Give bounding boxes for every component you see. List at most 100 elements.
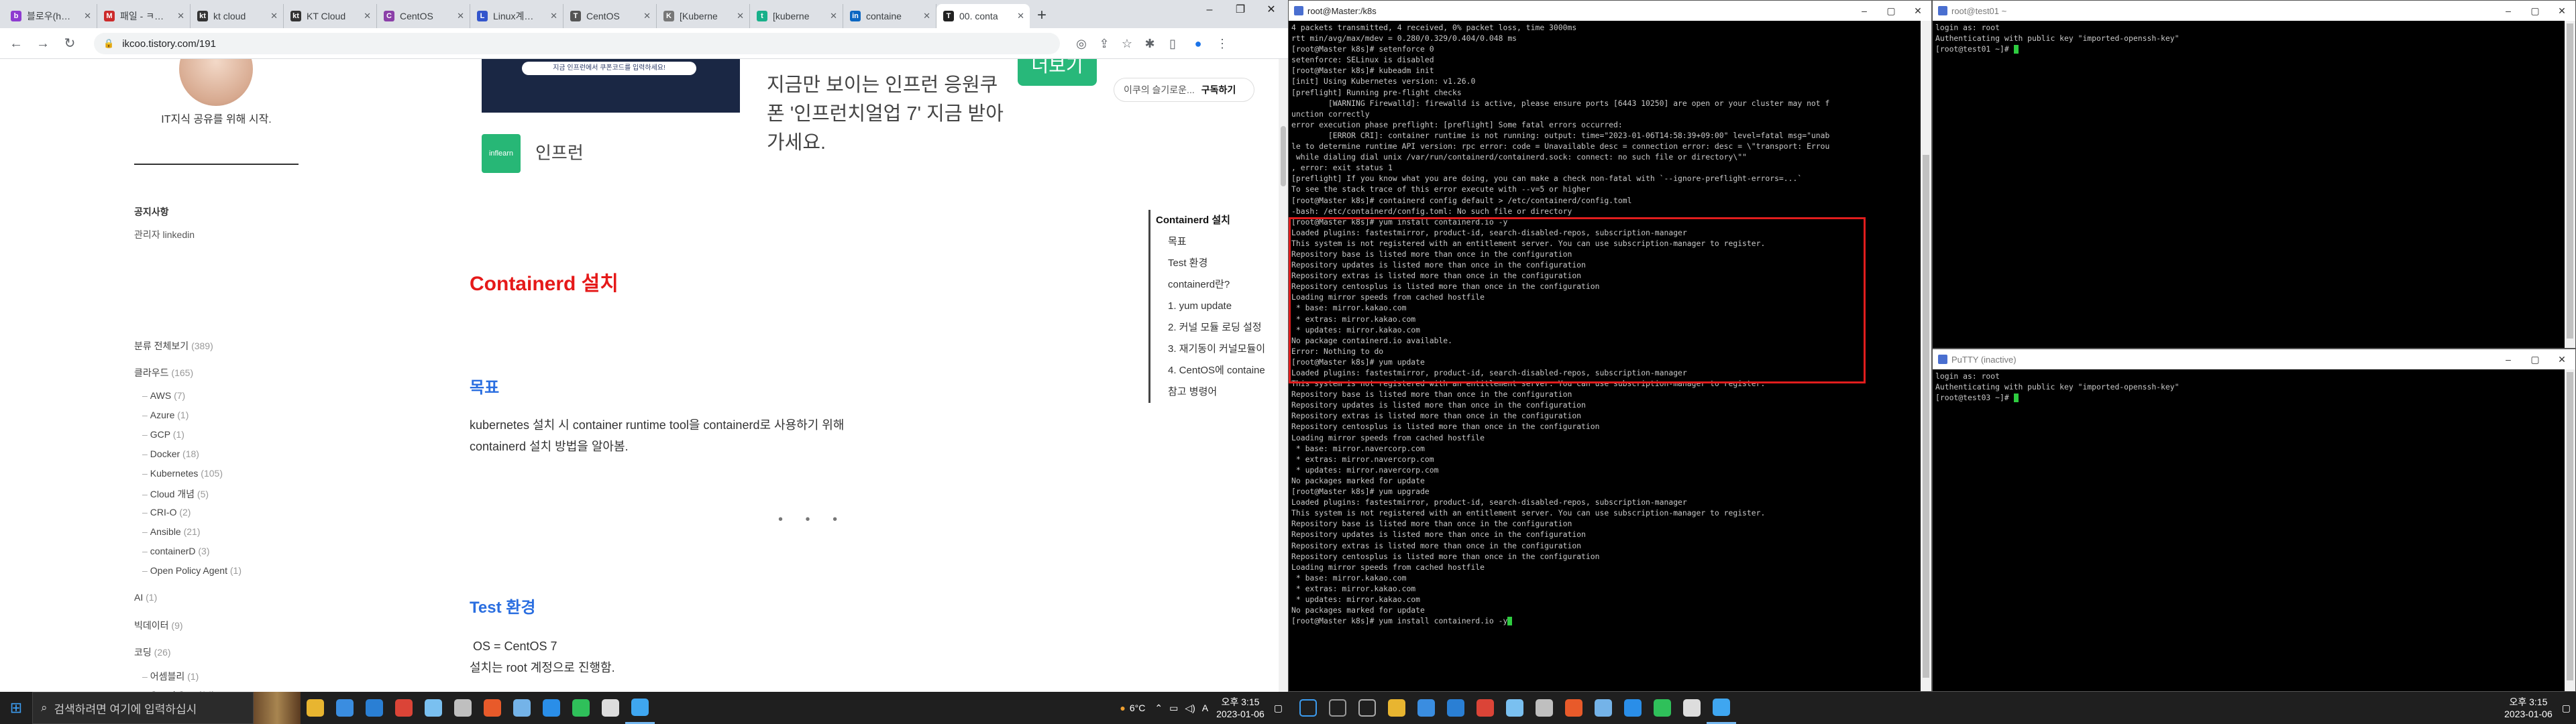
volume-icon[interactable]: ◁) [1185,703,1195,714]
toc-item[interactable]: 3. 재기동이 커널모듈이 [1156,339,1275,360]
tab-close-icon[interactable]: ✕ [737,11,744,21]
scrollbar-thumb[interactable] [2567,372,2573,680]
close-window-button[interactable]: ✕ [1256,0,1287,21]
terminal-test01-output[interactable]: login as: root Authenticating with public… [1933,21,2575,54]
terminal-taskbar-button[interactable] [1559,692,1589,724]
clock[interactable]: 오후 3:15 2023-01-06 [1216,696,1265,720]
microsoft-store-taskbar-button[interactable] [330,692,360,724]
github-taskbar-button[interactable] [1529,692,1559,724]
address-bar[interactable]: 🔒 ikcoo.tistory.com/191 [94,33,1060,54]
terminal-test03[interactable]: PuTTY (inactive) – ▢ ✕ login as: root Aut… [1932,349,2576,692]
maximize-button[interactable]: ▢ [1878,1,1904,21]
category-item[interactable]: – Docker (18) [142,448,199,459]
ad-text[interactable]: 지금만 보이는 인프런 응원쿠폰 '인프런치얼업 7' 지금 받아가세요. [767,71,1008,158]
github-taskbar-button[interactable] [448,692,478,724]
notice-link[interactable]: 관리자 linkedin [134,228,195,241]
tab-close-icon[interactable]: ✕ [84,11,91,21]
browser-tab[interactable]: b 블로우(h… ✕ [4,4,97,28]
tab-close-icon[interactable]: ✕ [923,11,930,21]
bookmark-star-icon[interactable]: ☆ [1116,33,1138,54]
browser-tab[interactable]: K [Kuberne ✕ [657,4,750,28]
category-item[interactable]: 코딩 (26) [134,646,171,659]
security-taskbar-button[interactable] [596,692,625,724]
toc-item[interactable]: Test 환경 [1156,253,1275,274]
maximize-button[interactable]: ▢ [2522,349,2548,369]
browser-tab[interactable]: L Linux계… ✕ [470,4,564,28]
category-item[interactable]: 클라우드 (165) [134,366,193,379]
terminal-test03-output[interactable]: login as: root Authenticating with public… [1933,369,2575,403]
category-item[interactable]: 빅데이터 (9) [134,619,183,632]
close-button[interactable]: ✕ [2548,349,2575,369]
browser-tab[interactable]: C CentOS ✕ [377,4,470,28]
toc-item[interactable]: 2. 커널 모듈 로딩 설정 [1156,317,1275,339]
back-icon[interactable]: ← [3,30,30,57]
browser-tab[interactable]: kt kt cloud ✕ [191,4,284,28]
vscode-taskbar-button[interactable] [537,692,566,724]
category-item[interactable]: – CRI-O (2) [142,507,191,518]
clock[interactable]: 오후 3:15 2023-01-06 [2504,696,2553,720]
terminal-taskbar-button[interactable] [478,692,507,724]
side-panel-icon[interactable]: ▯ [1162,33,1183,54]
toc-item[interactable]: 참고 병령어 [1156,381,1275,403]
browser-tab[interactable]: M 패일 - ㅋ… ✕ [97,4,191,28]
category-item[interactable]: AI (1) [134,592,157,603]
security-taskbar-button[interactable] [1677,692,1707,724]
putty-taskbar-button[interactable] [507,692,537,724]
category-item[interactable]: – Kubernetes (105) [142,468,223,479]
terminal-scrollbar[interactable] [2565,21,2575,348]
scrollbar-thumb[interactable] [1923,155,1929,678]
tab-close-icon[interactable]: ✕ [364,11,371,21]
minimize-button[interactable]: – [2495,349,2522,369]
toc-item[interactable]: 목표 [1156,231,1275,253]
tab-close-icon[interactable]: ✕ [550,11,557,21]
category-item[interactable]: – GCP (1) [142,429,184,440]
line-taskbar-button[interactable] [566,692,596,724]
browser-tab[interactable]: kt KT Cloud ✕ [284,4,377,28]
terminal-test03-titlebar[interactable]: PuTTY (inactive) – ▢ ✕ [1933,349,2575,369]
scrollbar-thumb[interactable] [2567,23,2573,339]
profile-avatar[interactable]: ● [1187,33,1209,54]
mail-taskbar-button[interactable] [1441,692,1470,724]
extensions-icon[interactable]: ✱ [1139,33,1161,54]
putty-active-taskbar-button[interactable] [625,692,655,724]
tab-close-icon[interactable]: ✕ [1017,11,1024,21]
page-scrollbar[interactable] [1279,59,1288,692]
toc-item[interactable]: 4. CentOS에 containe [1156,360,1275,381]
chrome-taskbar-button[interactable] [389,692,419,724]
ad-banner[interactable]: 지금 인프런에서 쿠폰코드를 입력하세요! [482,59,740,113]
tab-close-icon[interactable]: ✕ [177,11,184,21]
minimize-button[interactable]: – [2495,1,2522,21]
category-item[interactable]: – Azure (1) [142,410,189,420]
tab-close-icon[interactable]: ✕ [270,11,278,21]
browser-tab[interactable]: in containe ✕ [843,4,936,28]
maximize-button[interactable]: ▢ [2522,1,2548,21]
toc-item[interactable]: containerd란? [1156,274,1275,296]
microsoft-store-taskbar-button[interactable] [1411,692,1441,724]
minimize-button[interactable]: – [1194,0,1225,21]
browser-tab[interactable]: T CentOS ✕ [564,4,657,28]
taskbar-search[interactable]: ⌕ 검색하려면 여기에 입력하십시 [32,692,254,724]
tray-chevron-icon[interactable]: ⌃ [1155,703,1163,714]
close-button[interactable]: ✕ [2548,1,2575,21]
windows-start-taskbar-button[interactable] [1293,692,1323,724]
task-view-taskbar-button[interactable] [1352,692,1382,724]
category-item[interactable]: – Cloud 개념 (5) [142,487,209,501]
new-tab-button[interactable]: + [1030,4,1054,28]
line-taskbar-button[interactable] [1648,692,1677,724]
scrollbar-thumb[interactable] [1281,126,1286,186]
mail-taskbar-button[interactable] [360,692,389,724]
toc-item[interactable]: 1. yum update [1156,296,1275,317]
maximize-button[interactable]: ❐ [1225,0,1256,21]
terminal-scrollbar[interactable] [2565,369,2575,691]
reload-icon[interactable]: ↻ [56,30,83,57]
minimize-button[interactable]: – [1851,1,1878,21]
search-taskbar-button[interactable] [1323,692,1352,724]
category-item[interactable]: – containerD (3) [142,546,210,556]
subscribe-button[interactable]: 이쿠의 슬기로운... 구독하기 [1114,78,1254,102]
tab-close-icon[interactable]: ✕ [830,11,837,21]
menu-icon[interactable]: ⋮ [1212,33,1233,54]
putty-taskbar-button[interactable] [1589,692,1618,724]
file-explorer-taskbar-button[interactable] [301,692,330,724]
category-item[interactable]: – 어셈블리 (1) [142,670,199,683]
notification-icon[interactable]: ▢ [2562,703,2571,714]
